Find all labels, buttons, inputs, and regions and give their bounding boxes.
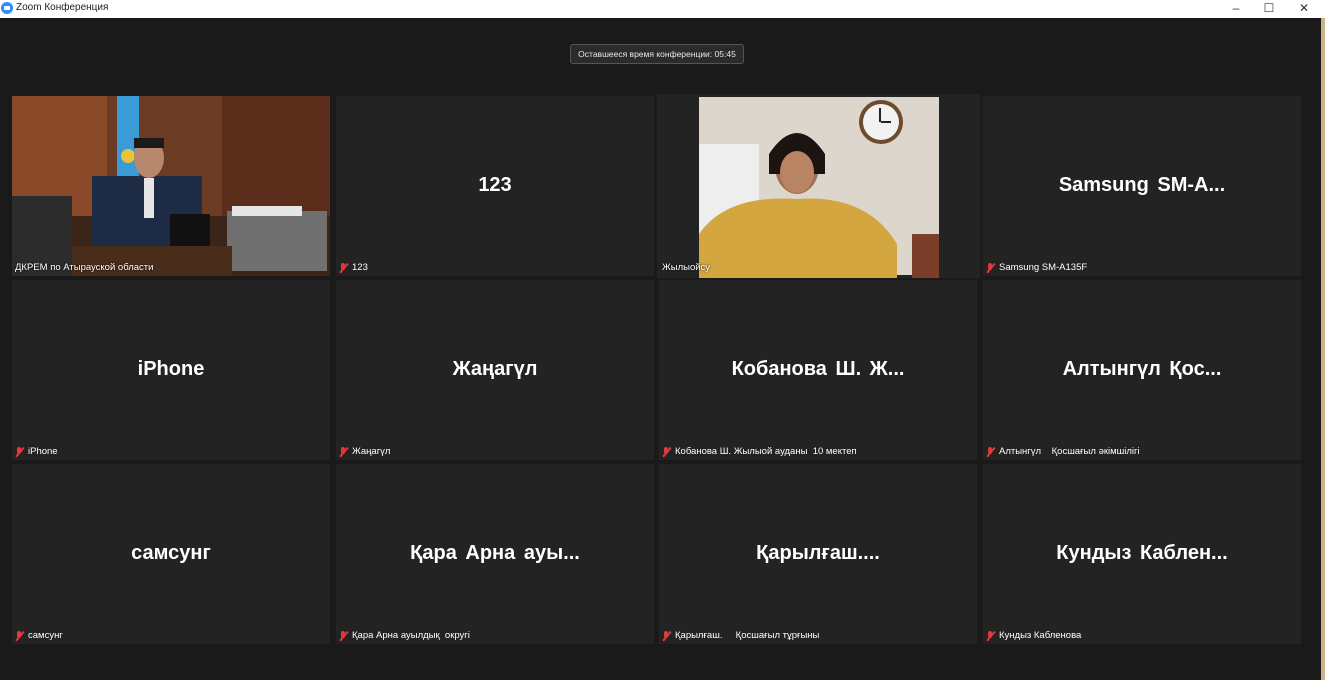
participant-label: Қара Арна ауылдық округі [352, 630, 470, 641]
participant-footer: Кундыз Каблeнова [986, 630, 1081, 642]
close-button[interactable]: ✕ [1287, 0, 1321, 18]
microphone-muted-icon [986, 263, 995, 273]
video-tile-kara-arna[interactable]: Қара Арна ауы... Қара Арна ауылдық округ… [336, 464, 654, 644]
desktop-edge [1321, 18, 1325, 680]
participant-name: Қара Арна ауы... [410, 542, 580, 564]
microphone-muted-icon [15, 631, 24, 641]
participant-footer: Алтынгүл Қосшағыл әкімшілігі [986, 446, 1140, 458]
participant-name: самсунг [131, 542, 211, 564]
participant-video [12, 96, 330, 276]
video-tile-altyngul[interactable]: Алтынгүл Қос... Алтынгүл Қосшағыл әкімші… [983, 280, 1301, 460]
participant-label: Кобанова Ш. Жылыой ауданы 10 мектеп [675, 446, 857, 457]
participant-footer: Samsung SM-A135F [986, 262, 1087, 274]
participant-footer: Кобанова Ш. Жылыой ауданы 10 мектеп [662, 446, 857, 458]
participant-label: ДКРЕМ по Атырауской области [15, 262, 154, 273]
participant-footer: iPhone [15, 446, 58, 458]
video-tile-zhanagul[interactable]: Жаңагүл Жаңагүл [336, 280, 654, 460]
participant-name: Кундыз Каблен... [1056, 542, 1228, 564]
maximize-button[interactable]: ☐ [1252, 0, 1286, 18]
participant-video [657, 94, 980, 278]
participant-footer: Қара Арна ауылдық округі [339, 630, 470, 642]
participant-name: Кобанова Ш. Ж... [731, 358, 905, 380]
microphone-muted-icon [339, 631, 348, 641]
microphone-muted-icon [15, 447, 24, 457]
participant-label: Кундыз Каблeнова [999, 630, 1082, 641]
participant-footer: 123 [339, 262, 368, 274]
video-tile-samsung[interactable]: самсунг самсунг [12, 464, 330, 644]
participant-label: Қарылғаш. Қосшағыл тұрғыны [675, 630, 820, 641]
participant-name: iPhone [137, 358, 205, 380]
microphone-muted-icon [662, 447, 671, 457]
participant-name: 123 [478, 174, 512, 196]
participant-name: Алтынгүл Қос... [1062, 358, 1222, 380]
title-bar: Zoom Конференция – ☐ ✕ [0, 0, 1325, 18]
video-tile-kundyz[interactable]: Кундыз Каблен... Кундыз Каблeнова [983, 464, 1301, 644]
video-tile-zhylyoisu[interactable]: Жылыойсу [657, 94, 980, 278]
participant-footer: самсунг [15, 630, 63, 642]
meeting-timer: Оставшееся время конференции: 05:45 [570, 44, 744, 64]
video-tile-kobanova[interactable]: Кобанова Ш. Ж... Кобанова Ш. Жылыой ауда… [659, 280, 977, 460]
meeting-stage: Оставшееся время конференции: 05:45 ДКРЕ… [0, 18, 1321, 680]
participant-label: самсунг [28, 630, 63, 641]
minimize-button[interactable]: – [1219, 0, 1253, 18]
participant-name: Samsung SM-A... [1058, 174, 1226, 196]
participant-footer: Жаңагүл [339, 446, 390, 458]
participant-label: 123 [352, 262, 368, 273]
video-tile-iphone[interactable]: iPhone iPhone [12, 280, 330, 460]
participant-name: Жаңагүл [452, 358, 538, 380]
video-tile-samsung-sm[interactable]: Samsung SM-A... Samsung SM-A135F [983, 96, 1301, 276]
video-tile-karylgash[interactable]: Қарылғаш.... Қарылғаш. Қосшағыл тұрғыны [659, 464, 977, 644]
participant-label: Жаңагүл [352, 446, 391, 457]
participant-label: Алтынгүл Қосшағыл әкімшілігі [999, 446, 1140, 457]
microphone-muted-icon [662, 631, 671, 641]
microphone-muted-icon [986, 631, 995, 641]
participant-label: Samsung SM-A135F [999, 262, 1088, 273]
participant-label: iPhone [28, 446, 58, 457]
microphone-muted-icon [339, 263, 348, 273]
video-tile-dkrem[interactable]: ДКРЕМ по Атырауской области [12, 96, 330, 276]
microphone-muted-icon [986, 447, 995, 457]
window-title: Zoom Конференция [16, 2, 109, 13]
participant-label: Жылыойсу [662, 262, 711, 273]
video-tile-123[interactable]: 123 123 [336, 96, 654, 276]
participant-name: Қарылғаш.... [756, 542, 880, 564]
participant-footer: Қарылғаш. Қосшағыл тұрғыны [662, 630, 819, 642]
zoom-logo-icon [1, 2, 13, 14]
microphone-muted-icon [339, 447, 348, 457]
